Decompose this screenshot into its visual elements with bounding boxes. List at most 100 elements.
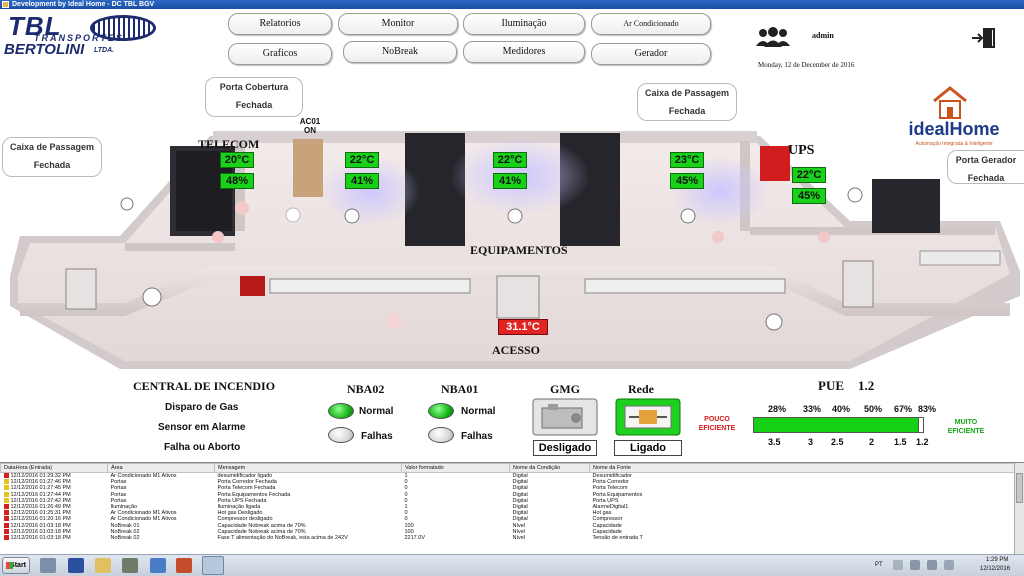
- tray-flag-icon[interactable]: [893, 560, 903, 570]
- equipamentos-1-temperature[interactable]: 22°C: [345, 152, 379, 168]
- clock-date[interactable]: 12/12/2016: [980, 566, 1010, 572]
- pue-scale-3: 2.5: [831, 437, 844, 447]
- taskbar-powershell-icon[interactable]: [68, 558, 84, 573]
- alarm-cell-text: Compressor desligado: [217, 516, 273, 523]
- alarm-cell-text: Porta Equipamentos Fechada: [217, 491, 291, 498]
- scrollbar-thumb[interactable]: [1016, 473, 1023, 503]
- clock-time[interactable]: 1:29 PM: [986, 557, 1008, 563]
- equipamentos-1-humidity[interactable]: 41%: [345, 173, 379, 189]
- column-header-area[interactable]: Área: [107, 463, 215, 473]
- taskbar: Start PT 1:29 PM 12/12/2016: [0, 554, 1024, 576]
- alarm-cell-text: Capacidade Nobreak acima de 70%: [217, 528, 306, 535]
- equipamentos-3-temperature[interactable]: 23°C: [670, 152, 704, 168]
- datacenter-floor-plan: Porta Cobertura Fechada Caixa de Passage…: [0, 71, 1024, 376]
- power-grid-icon[interactable]: [615, 398, 681, 436]
- alarm-cell-text: Digital: [512, 479, 528, 486]
- ups-temperature[interactable]: 22°C: [792, 167, 826, 183]
- ac01-state: ON: [304, 126, 316, 135]
- alarm-list[interactable]: DataHora (Entrada) Área Mensagem Valor f…: [0, 462, 1024, 554]
- logout-icon[interactable]: [970, 27, 996, 49]
- alarm-cell-text: Nível: [512, 522, 526, 529]
- ups-humidity[interactable]: 45%: [792, 188, 826, 204]
- language-indicator[interactable]: PT: [875, 562, 883, 568]
- alarm-cell-text: Portas: [110, 485, 127, 492]
- alarm-cell-text: Porta Telecom: [592, 485, 628, 492]
- taskbar-network-icon[interactable]: [150, 558, 166, 573]
- alarm-active-icon: [3, 516, 9, 522]
- alarm-cell-text: desumidificador ligado: [217, 473, 273, 479]
- taskbar-server-manager-icon[interactable]: [40, 558, 56, 573]
- pue-scale-6: 1.2: [916, 437, 929, 447]
- alarm-cell-text: 0: [404, 510, 408, 517]
- column-header-valor[interactable]: Valor formatado: [401, 463, 510, 473]
- alarm-cell-text: 100: [404, 522, 414, 529]
- alarm-cell-text: 2217.0V: [404, 535, 426, 542]
- tray-display-icon[interactable]: [927, 560, 937, 570]
- generator-icon[interactable]: [532, 398, 598, 436]
- nav-medidores-button[interactable]: Medidores: [463, 41, 585, 63]
- taskbar-active-app-icon[interactable]: [202, 556, 224, 575]
- alarm-cell-text: Portas: [110, 491, 127, 498]
- alarm-cell: Digital: [510, 473, 590, 480]
- alarm-cell-text: Iluminação: [110, 504, 138, 511]
- alarm-cell-text: 100: [404, 528, 414, 535]
- telecom-temperature[interactable]: 20°C: [220, 152, 254, 168]
- equipamentos-2-temperature[interactable]: 22°C: [493, 152, 527, 168]
- nav-ar-condicionado-button[interactable]: Ar Condicionado: [591, 13, 711, 35]
- rede-status: Ligado: [614, 440, 682, 456]
- alarm-active-icon: [3, 473, 9, 479]
- telecom-humidity[interactable]: 48%: [220, 173, 254, 189]
- ac01-status[interactable]: AC01 ON: [298, 117, 322, 135]
- tray-network-icon[interactable]: [910, 560, 920, 570]
- room-label-acesso: ACESSO: [492, 343, 541, 357]
- users-icon[interactable]: [755, 27, 791, 47]
- nav-iluminacao-button[interactable]: Iluminação: [463, 13, 585, 35]
- taskbar-explorer-icon[interactable]: [95, 558, 111, 573]
- porta-gerador-status: Fechada: [967, 173, 1005, 183]
- nav-nobreak-button[interactable]: NoBreak: [343, 41, 457, 63]
- alarm-warning-icon: [3, 491, 9, 497]
- nav-graficos-button[interactable]: Graficos: [228, 43, 332, 65]
- nav-relatorios-button[interactable]: Relatorios: [228, 13, 332, 35]
- status-panel: CENTRAL DE INCENDIO Disparo de Gas Senso…: [0, 376, 1024, 462]
- alarm-cell-text: Digital: [512, 497, 528, 504]
- alarm-cell: 2217.0V: [402, 535, 510, 541]
- column-header-mensagem[interactable]: Mensagem: [214, 463, 402, 473]
- caixa-passagem-top-status: Fechada: [668, 106, 706, 116]
- nav-monitor-button[interactable]: Monitor: [338, 13, 458, 35]
- alarm-cell: Nível: [510, 535, 590, 541]
- alarm-cell: Tensão de entrada T: [590, 535, 1015, 541]
- pue-pouco-eficiente: POUCO EFICIENTE: [698, 416, 736, 432]
- acesso-temperature[interactable]: 31.1°C: [498, 319, 548, 335]
- alarm-row[interactable]: 12/12/2016 01:29:32 PM Ar Condicionado M1…: [1, 473, 1015, 480]
- alarm-table: DataHora (Entrada) Área Mensagem Valor f…: [0, 463, 1015, 541]
- start-button[interactable]: Start: [2, 557, 30, 574]
- taskbar-app-icon[interactable]: [176, 558, 192, 573]
- column-header-condicao[interactable]: Nome da Condição: [509, 463, 590, 473]
- pue-value: 1.2: [858, 378, 875, 393]
- nba01-normal-label: Normal: [461, 406, 496, 417]
- tray-volume-icon[interactable]: [944, 560, 954, 570]
- column-header-fonte[interactable]: Nome da Fonte: [589, 463, 1015, 473]
- house-icon: [933, 86, 967, 119]
- fire-disparo-gas: Disparo de Gas: [165, 402, 239, 413]
- nav-gerador-button[interactable]: Gerador: [591, 43, 711, 65]
- taskbar-console-icon[interactable]: [122, 558, 138, 573]
- nba02-falhas-label: Falhas: [361, 431, 393, 442]
- pue-percent-3: 40%: [832, 404, 851, 414]
- alarm-cell-text: Porta UPS Fechada: [217, 497, 267, 504]
- alarm-warning-icon: [3, 497, 9, 503]
- equipamentos-2-humidity[interactable]: 41%: [493, 173, 527, 189]
- fire-sensor-alarme: Sensor em Alarme: [158, 422, 246, 433]
- equipamentos-3-humidity[interactable]: 45%: [670, 173, 704, 189]
- alarm-cell-text: 0: [404, 491, 408, 498]
- nba02-falhas-led: [328, 427, 354, 443]
- alarm-list-scrollbar[interactable]: [1014, 463, 1024, 554]
- porta-cobertura-panel: Porta Cobertura Fechada: [205, 77, 303, 117]
- room-label-equipamentos: EQUIPAMENTOS: [470, 243, 568, 257]
- nba02-normal-led: [328, 403, 354, 419]
- alarm-cell-text: 12/12/2016 01:03:18 PM: [10, 535, 71, 542]
- nba01-falhas-led: [428, 427, 454, 443]
- column-header-datahora[interactable]: DataHora (Entrada): [0, 463, 108, 473]
- alarm-row[interactable]: 12/12/2016 01:03:18 PM NoBreak 02 Fase T a…: [1, 535, 1015, 541]
